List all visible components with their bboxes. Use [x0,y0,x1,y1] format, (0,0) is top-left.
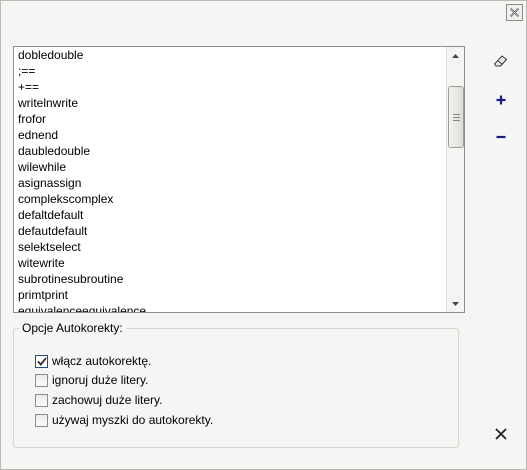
list-item[interactable]: ednend [14,127,446,143]
enable-autocorrect-label: włącz autokorektę. [52,354,152,368]
edit-entry-button[interactable] [491,51,511,71]
word-list-items: dobledouble ;== +== writelnwrite frofor … [14,47,446,312]
add-entry-button[interactable] [491,90,511,110]
ignore-uppercase-option[interactable]: ignoruj duże litery. [35,372,149,388]
eraser-icon [493,55,508,67]
list-item[interactable]: witewrite [14,255,446,271]
list-item[interactable]: wilewhile [14,159,446,175]
scroll-up-arrow-icon [452,53,459,58]
keep-uppercase-label: zachowuj duże litery. [52,393,163,407]
list-item[interactable]: ;== [14,63,446,79]
list-item[interactable]: +== [14,79,446,95]
enable-autocorrect-checkbox[interactable] [35,354,48,368]
list-item[interactable]: daubledouble [14,143,446,159]
list-item[interactable]: writelnwrite [14,95,446,111]
list-item[interactable]: defautdefault [14,223,446,239]
keep-uppercase-option[interactable]: zachowuj duże litery. [35,392,163,408]
remove-entry-button[interactable] [491,127,511,147]
autocorrect-options-group [13,328,459,448]
close-x-icon [495,428,507,440]
scroll-down-arrow-icon [452,301,459,306]
mouse-autocorrect-checkbox[interactable] [35,413,48,427]
checkmark-icon [36,356,47,366]
list-item[interactable]: defaltdefault [14,207,446,223]
options-group-label: Opcje Autokorekty: [19,321,126,335]
ignore-uppercase-label: ignoruj duże litery. [52,373,149,387]
autocorrect-word-list[interactable]: dobledouble ;== +== writelnwrite frofor … [13,46,465,313]
grip-icon [452,113,460,121]
list-item[interactable]: primtprint [14,287,446,303]
list-item[interactable]: subrotinesubroutine [14,271,446,287]
list-item[interactable]: complekscomplex [14,191,446,207]
scroll-thumb[interactable] [448,86,464,148]
list-item[interactable]: selektselect [14,239,446,255]
keep-uppercase-checkbox[interactable] [35,393,48,407]
ignore-uppercase-checkbox[interactable] [35,373,48,387]
autocorrect-dialog: dobledouble ;== +== writelnwrite frofor … [0,0,527,470]
list-item[interactable]: asignassign [14,175,446,191]
minus-icon [496,135,506,139]
window-close-button[interactable] [506,4,523,21]
close-dialog-button[interactable] [491,424,511,444]
enable-autocorrect-option[interactable]: włącz autokorektę. [35,353,151,369]
scroll-down-button[interactable] [447,295,464,312]
plus-icon [496,95,506,105]
list-item[interactable]: equivalenceequivalence [14,303,446,312]
scroll-up-button[interactable] [447,47,464,64]
close-x-icon [509,7,520,18]
list-item[interactable]: frofor [14,111,446,127]
vertical-scrollbar[interactable] [446,47,464,312]
list-item[interactable]: dobledouble [14,47,446,63]
mouse-autocorrect-label: używaj myszki do autokorekty. [52,413,214,427]
mouse-autocorrect-option[interactable]: używaj myszki do autokorekty. [35,412,213,428]
